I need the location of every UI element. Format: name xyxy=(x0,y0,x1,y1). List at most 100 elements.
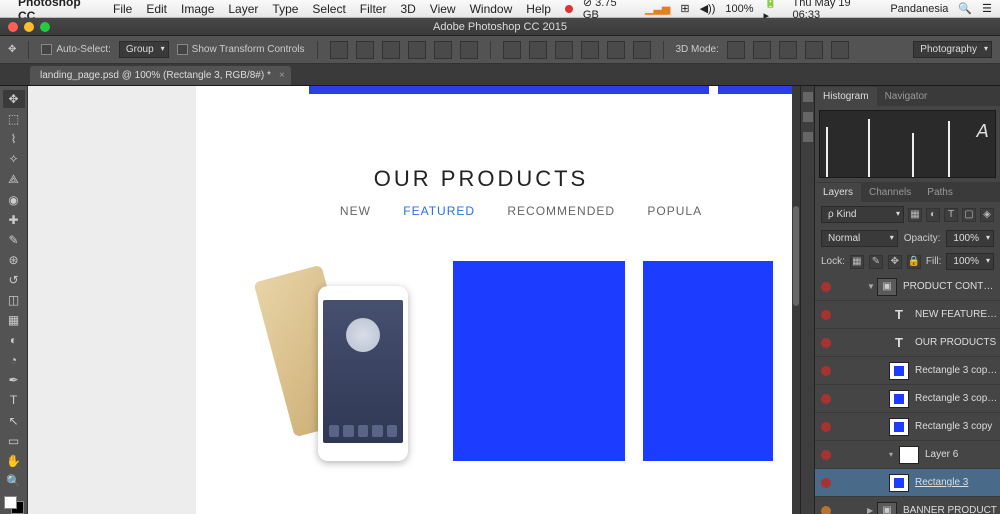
layer-row[interactable]: Rectangle 3 copy xyxy=(815,413,1000,441)
align-icon[interactable] xyxy=(330,41,348,59)
menu-view[interactable]: View xyxy=(430,2,456,16)
3d-icon[interactable] xyxy=(831,41,849,59)
visibility-toggle[interactable] xyxy=(815,282,837,292)
panel-icon[interactable] xyxy=(803,112,813,122)
tab-histogram[interactable]: Histogram xyxy=(815,87,877,106)
zoom-tool[interactable]: 🔍 xyxy=(3,472,25,490)
user-name[interactable]: Pandanesia xyxy=(890,3,948,15)
3d-icon[interactable] xyxy=(727,41,745,59)
eyedropper-tool[interactable]: ◉ xyxy=(3,190,25,208)
disclosure-icon[interactable]: ▼ xyxy=(867,282,877,291)
battery-status[interactable]: 100% xyxy=(725,3,753,15)
menu-icon[interactable]: ☰ xyxy=(982,2,992,15)
type-tool[interactable]: T xyxy=(3,391,25,409)
3d-icon[interactable] xyxy=(753,41,771,59)
history-brush-tool[interactable]: ↺ xyxy=(3,271,25,289)
healing-tool[interactable]: ✚ xyxy=(3,211,25,229)
layer-row[interactable]: ▾Layer 6 xyxy=(815,441,1000,469)
lock-pixels-icon[interactable]: ✎ xyxy=(869,255,883,269)
distribute-icon[interactable] xyxy=(529,41,547,59)
filter-adjust-icon[interactable]: ◐ xyxy=(926,208,940,222)
filter-smart-icon[interactable]: ◈ xyxy=(980,208,994,222)
3d-icon[interactable] xyxy=(779,41,797,59)
close-button[interactable] xyxy=(8,22,18,32)
filter-pixel-icon[interactable]: ▦ xyxy=(908,208,922,222)
tab-layers[interactable]: Layers xyxy=(815,183,861,202)
path-tool[interactable]: ↖ xyxy=(3,412,25,430)
layer-row[interactable]: Rectangle 3 copy 2 xyxy=(815,385,1000,413)
eraser-tool[interactable]: ◫ xyxy=(3,291,25,309)
tab-navigator[interactable]: Navigator xyxy=(877,87,936,106)
visibility-toggle[interactable] xyxy=(815,394,837,404)
lock-all-icon[interactable]: 🔒 xyxy=(907,255,921,269)
volume-icon[interactable]: ◀)) xyxy=(700,2,716,15)
minimize-button[interactable] xyxy=(24,22,34,32)
distribute-icon[interactable] xyxy=(633,41,651,59)
stamp-tool[interactable]: ⊛ xyxy=(3,251,25,269)
document-tab[interactable]: landing_page.psd @ 100% (Rectangle 3, RG… xyxy=(30,66,291,85)
workspace-dropdown[interactable]: Photography xyxy=(913,41,992,58)
fill-input[interactable]: 100% xyxy=(946,253,994,270)
brush-tool[interactable]: ✎ xyxy=(3,231,25,249)
distribute-icon[interactable] xyxy=(503,41,521,59)
filter-type-icon[interactable]: T xyxy=(944,208,958,222)
tab-featured[interactable]: FEATURED xyxy=(403,204,475,218)
rectangle-3[interactable] xyxy=(453,261,625,461)
align-icon[interactable] xyxy=(460,41,478,59)
gradient-tool[interactable]: ▦ xyxy=(3,311,25,329)
align-icon[interactable] xyxy=(356,41,374,59)
rectangle-3-copy[interactable] xyxy=(643,261,773,461)
layer-row[interactable]: TNEW FEATURED … xyxy=(815,301,1000,329)
visibility-toggle[interactable] xyxy=(815,506,837,514)
align-icon[interactable] xyxy=(408,41,426,59)
disclosure-icon[interactable]: ▶ xyxy=(867,506,877,514)
hand-tool[interactable]: ✋ xyxy=(3,452,25,470)
menu-layer[interactable]: Layer xyxy=(228,2,258,16)
auto-select-checkbox[interactable]: Auto-Select: xyxy=(41,44,110,55)
layer-row[interactable]: TOUR PRODUCTS xyxy=(815,329,1000,357)
wand-tool[interactable]: ✧ xyxy=(3,150,25,168)
layer-row[interactable]: Rectangle 3 copy 3 xyxy=(815,357,1000,385)
menu-help[interactable]: Help xyxy=(526,2,551,16)
visibility-toggle[interactable] xyxy=(815,422,837,432)
menu-image[interactable]: Image xyxy=(181,2,214,16)
canvas-scrollbar[interactable] xyxy=(792,86,800,514)
menu-type[interactable]: Type xyxy=(272,2,298,16)
foreground-color[interactable] xyxy=(4,496,17,509)
menu-3d[interactable]: 3D xyxy=(400,2,415,16)
disclosure-icon[interactable]: ▾ xyxy=(889,450,899,459)
3d-icon[interactable] xyxy=(805,41,823,59)
lasso-tool[interactable]: ⌇ xyxy=(3,130,25,148)
distribute-icon[interactable] xyxy=(581,41,599,59)
auto-select-mode-dropdown[interactable]: Group xyxy=(119,41,169,58)
menu-filter[interactable]: Filter xyxy=(360,2,387,16)
marquee-tool[interactable]: ⬚ xyxy=(3,110,25,128)
lock-transparency-icon[interactable]: ▦ xyxy=(850,255,864,269)
menu-edit[interactable]: Edit xyxy=(146,2,167,16)
tab-channels[interactable]: Channels xyxy=(861,183,919,202)
shape-tool[interactable]: ▭ xyxy=(3,432,25,450)
move-tool[interactable]: ✥ xyxy=(3,90,25,108)
visibility-toggle[interactable] xyxy=(815,450,837,460)
scrollbar-thumb[interactable] xyxy=(793,206,799,306)
layer-row[interactable]: ▶▣BANNER PRODUCT xyxy=(815,497,1000,514)
layer-row[interactable]: ▼▣PRODUCT CONTENT xyxy=(815,273,1000,301)
tab-new[interactable]: NEW xyxy=(340,204,371,218)
show-transform-checkbox[interactable]: Show Transform Controls xyxy=(177,44,305,55)
visibility-toggle[interactable] xyxy=(815,338,837,348)
lock-position-icon[interactable]: ✥ xyxy=(888,255,902,269)
panel-icon[interactable] xyxy=(803,92,813,102)
visibility-toggle[interactable] xyxy=(815,478,837,488)
color-swatches[interactable] xyxy=(4,496,24,514)
panel-icon[interactable] xyxy=(803,132,813,142)
distribute-icon[interactable] xyxy=(555,41,573,59)
crop-tool[interactable]: ⟁ xyxy=(3,170,25,188)
zoom-button[interactable] xyxy=(40,22,50,32)
dropbox-icon[interactable]: ⊞ xyxy=(680,2,689,15)
visibility-toggle[interactable] xyxy=(815,310,837,320)
tab-paths[interactable]: Paths xyxy=(919,183,961,202)
tab-recommended[interactable]: RECOMMENDED xyxy=(507,204,615,218)
blur-tool[interactable]: ◐ xyxy=(3,331,25,349)
dodge-tool[interactable]: ◔ xyxy=(3,351,25,369)
layer-row[interactable]: Rectangle 3 xyxy=(815,469,1000,497)
